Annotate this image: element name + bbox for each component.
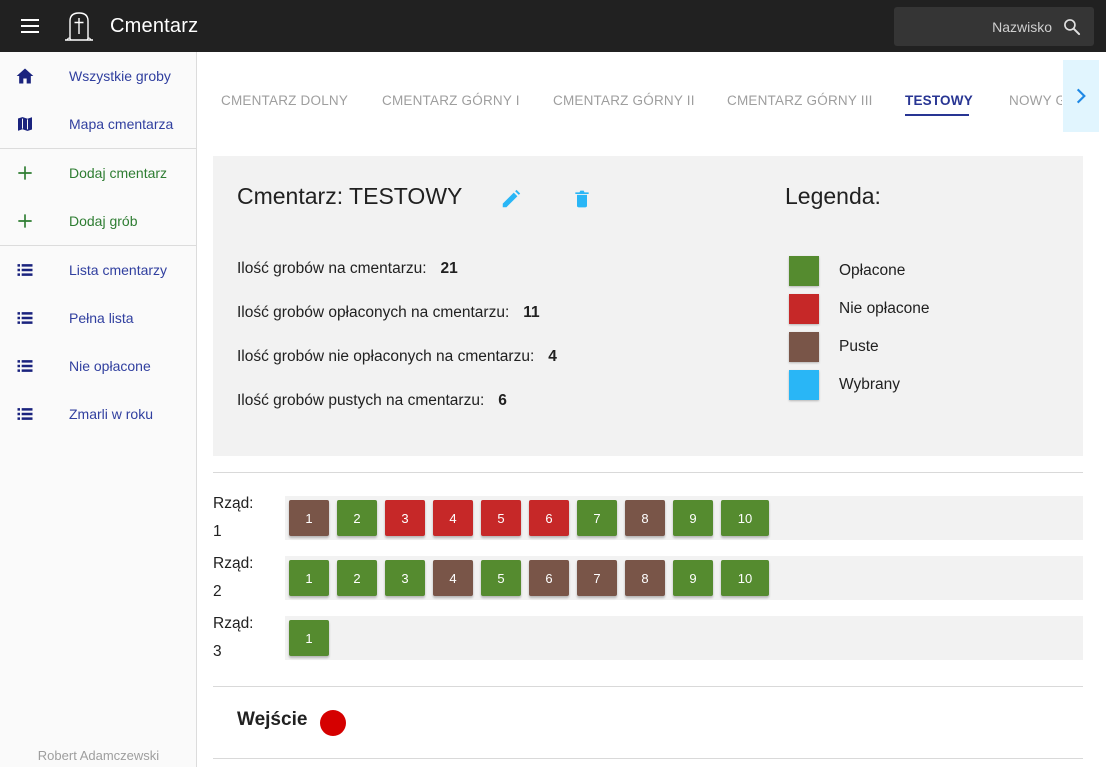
sidebar-item-label: Wszystkie groby: [69, 68, 171, 84]
sidebar-item-label: Dodaj grób: [69, 213, 138, 229]
grave-button[interactable]: 4: [433, 500, 473, 536]
grave-button[interactable]: 6: [529, 500, 569, 536]
grave-button[interactable]: 5: [481, 560, 521, 596]
row-label-1: Rząd: 1: [213, 495, 254, 540]
grave-button[interactable]: 6: [529, 560, 569, 596]
sidebar-item-all-graves[interactable]: Wszystkie groby: [0, 52, 196, 100]
divider: [213, 758, 1083, 759]
grave-button[interactable]: 7: [577, 560, 617, 596]
stat-unpaid-graves: Ilość grobów nie opłaconych na cmentarzu…: [237, 348, 557, 365]
sidebar-item-map[interactable]: Mapa cmentarza: [0, 100, 196, 148]
sidebar-item-label: Zmarli w roku: [69, 406, 154, 422]
grave-button[interactable]: 9: [673, 560, 713, 596]
row-label-3: Rząd: 3: [213, 615, 254, 660]
search-icon[interactable]: [1062, 17, 1082, 37]
search-input[interactable]: Nazwisko: [992, 19, 1052, 35]
tab-cmentarz-dolny[interactable]: CMENTARZ DOLNY: [221, 93, 348, 108]
grave-button[interactable]: 1: [289, 560, 329, 596]
sidebar-item-label: Mapa cmentarza: [69, 116, 174, 132]
stat-empty-graves: Ilość grobów pustych na cmentarzu: 6: [237, 392, 507, 409]
sidebar-item-add-cemetery[interactable]: Dodaj cmentarz: [0, 149, 196, 197]
entrance-label: Wejście: [237, 709, 308, 730]
grave-row-2: 1 2 3 4 5 6 7 8 9 10: [285, 556, 1083, 600]
app-bar: Cmentarz Nazwisko: [0, 0, 1106, 52]
grave-button[interactable]: 8: [625, 560, 665, 596]
author-credit: Robert Adamczewski: [37, 748, 160, 763]
delete-icon[interactable]: [572, 188, 592, 210]
legend-title: Legenda:: [785, 183, 881, 209]
grave-button[interactable]: 8: [625, 500, 665, 536]
stat-value: 4: [548, 348, 557, 365]
legend-item-selected: Wybrany: [789, 370, 900, 400]
sidebar-item-cemetery-list[interactable]: Lista cmentarzy: [0, 246, 196, 294]
active-tab-indicator: [905, 114, 969, 116]
grave-button[interactable]: 5: [481, 500, 521, 536]
divider: [213, 472, 1083, 473]
app-title: Cmentarz: [110, 14, 199, 37]
list-icon: [15, 356, 35, 376]
legend-swatch: [789, 370, 819, 400]
tombstone-logo-icon: [65, 12, 93, 41]
tab-cmentarz-gorny-3[interactable]: CMENTARZ GÓRNY III: [727, 93, 873, 108]
tabs-scroll-right-button[interactable]: [1063, 60, 1099, 132]
sidebar-item-full-list[interactable]: Pełna lista: [0, 294, 196, 342]
grave-button[interactable]: 3: [385, 560, 425, 596]
stat-paid-graves: Ilość grobów opłaconych na cmentarzu: 11: [237, 304, 540, 321]
grave-row-1: 1 2 3 4 5 6 7 8 9 10: [285, 496, 1083, 540]
home-icon: [15, 66, 35, 86]
stat-value: 11: [523, 304, 540, 321]
entrance-marker: [320, 710, 346, 736]
divider: [213, 686, 1083, 687]
tab-cmentarz-gorny-2[interactable]: CMENTARZ GÓRNY II: [553, 93, 695, 108]
grave-button[interactable]: 10: [721, 500, 769, 536]
list-icon: [15, 260, 35, 280]
legend-item-empty: Puste: [789, 332, 879, 362]
legend-item-unpaid: Nie opłacone: [789, 294, 929, 324]
chevron-right-icon: [1076, 88, 1086, 104]
stat-value: 21: [440, 260, 458, 277]
sidebar: Wszystkie groby Mapa cmentarza Dodaj cme…: [0, 52, 197, 767]
grave-button[interactable]: 1: [289, 620, 329, 656]
tab-cmentarz-gorny-1[interactable]: CMENTARZ GÓRNY I: [382, 93, 520, 108]
plus-icon: [15, 211, 35, 231]
stat-value: 6: [498, 392, 507, 409]
search-box[interactable]: Nazwisko: [894, 7, 1094, 46]
legend-swatch: [789, 332, 819, 362]
grave-button[interactable]: 10: [721, 560, 769, 596]
list-icon: [15, 404, 35, 424]
hamburger-icon: [21, 19, 39, 33]
sidebar-item-label: Dodaj cmentarz: [69, 165, 168, 181]
sidebar-item-label: Nie opłacone: [69, 358, 151, 374]
grave-button[interactable]: 3: [385, 500, 425, 536]
grave-button[interactable]: 7: [577, 500, 617, 536]
grave-button[interactable]: 1: [289, 500, 329, 536]
grave-row-3: 1: [285, 616, 1083, 660]
cemetery-tabs: CMENTARZ DOLNY CMENTARZ GÓRNY I CMENTARZ…: [197, 52, 1106, 132]
map-icon: [15, 114, 35, 134]
grave-button[interactable]: 4: [433, 560, 473, 596]
stat-total-graves: Ilość grobów na cmentarzu: 21: [237, 260, 458, 277]
row-label-2: Rząd: 2: [213, 555, 254, 600]
grave-button[interactable]: 9: [673, 500, 713, 536]
legend-swatch: [789, 294, 819, 324]
cemetery-info-card: Cmentarz: TESTOWY Legenda: Ilość grobów …: [213, 156, 1083, 456]
cemetery-title: Cmentarz: TESTOWY: [237, 183, 463, 209]
sidebar-item-add-grave[interactable]: Dodaj grób: [0, 197, 196, 245]
sidebar-item-deceased-in-year[interactable]: Zmarli w roku: [0, 390, 196, 438]
sidebar-item-label: Pełna lista: [69, 310, 134, 326]
legend-item-paid: Opłacone: [789, 256, 905, 286]
tab-nowy[interactable]: NOWY G: [1009, 93, 1062, 108]
sidebar-item-unpaid[interactable]: Nie opłacone: [0, 342, 196, 390]
plus-icon: [15, 163, 35, 183]
sidebar-item-label: Lista cmentarzy: [69, 262, 168, 278]
grave-button[interactable]: 2: [337, 560, 377, 596]
edit-icon[interactable]: [500, 188, 522, 210]
grave-button[interactable]: 2: [337, 500, 377, 536]
list-icon: [15, 308, 35, 328]
menu-button[interactable]: [0, 0, 60, 52]
legend-swatch: [789, 256, 819, 286]
tab-testowy[interactable]: TESTOWY: [905, 93, 973, 108]
